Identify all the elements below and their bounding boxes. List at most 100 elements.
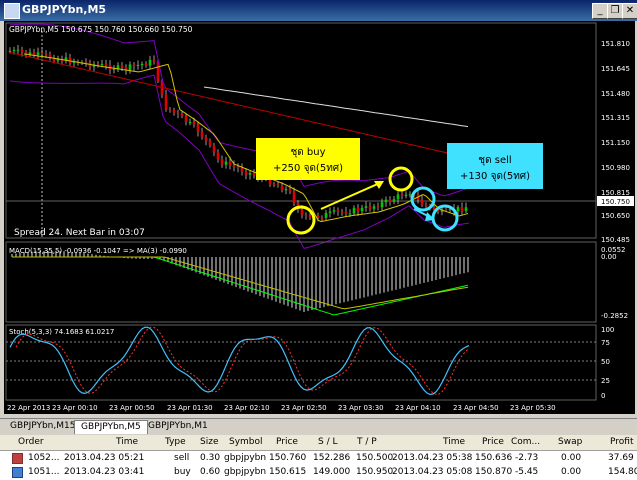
order-tp: 150.500 bbox=[356, 453, 394, 463]
candle-body bbox=[396, 194, 400, 200]
candle-body bbox=[28, 52, 32, 55]
candle-body bbox=[180, 113, 184, 117]
candle-body bbox=[32, 52, 36, 55]
col-swap[interactable]: Swap bbox=[558, 435, 582, 449]
col-open-time[interactable]: Time bbox=[116, 435, 138, 449]
candle-body bbox=[68, 57, 72, 63]
buy-box-line2: +250 จุด(5ทศ) bbox=[273, 163, 343, 174]
candle-body bbox=[172, 109, 176, 113]
candle-body bbox=[244, 171, 248, 175]
tab-gbpjpy-m5[interactable]: GBPJPYbn,M5 bbox=[74, 420, 148, 434]
order-swap: 0.00 bbox=[561, 453, 582, 463]
chart-label: GBPJPYbn,M5 150.675 150.760 150.660 150.… bbox=[9, 25, 193, 34]
col-type[interactable]: Type bbox=[165, 435, 186, 449]
col-profit[interactable]: Profit bbox=[610, 435, 633, 449]
order-tp: 150.950 bbox=[356, 467, 394, 477]
col-open-price[interactable]: Price bbox=[276, 435, 298, 449]
tab-gbpjpy-m1[interactable]: GBPJPYbn,M1 bbox=[142, 420, 214, 433]
orders-table: Order Time Type Size Symbol Price S / L … bbox=[0, 435, 637, 480]
chart-window-icon bbox=[4, 3, 20, 19]
candle-body bbox=[340, 211, 344, 213]
order-close-price: 150.870 bbox=[475, 467, 513, 477]
order-size: 0.60 bbox=[200, 467, 221, 477]
candle-body bbox=[368, 206, 372, 209]
macd-tick: 0.00 bbox=[601, 253, 617, 261]
candle-body bbox=[228, 161, 232, 166]
stoch-tick: 50 bbox=[601, 358, 610, 366]
time-tick: 23 Apr 02:50 bbox=[281, 404, 327, 412]
order-close-price: 150.636 bbox=[475, 453, 513, 463]
ma-long-line bbox=[203, 86, 469, 128]
order-profit: 37.69 bbox=[608, 453, 634, 463]
candle-body bbox=[104, 64, 108, 66]
col-close-time[interactable]: Time bbox=[443, 435, 465, 449]
current-price-label: 150.750 bbox=[601, 198, 630, 206]
candle-body bbox=[392, 199, 396, 202]
price-tick: 150.650 bbox=[601, 212, 630, 220]
candle-body bbox=[184, 116, 188, 122]
chart-area[interactable]: GBPJPYbn,M5 150.675 150.760 150.660 150.… bbox=[4, 21, 635, 414]
candle-body bbox=[320, 217, 324, 219]
col-close-price[interactable]: Price bbox=[482, 435, 504, 449]
candle-body bbox=[196, 124, 200, 132]
time-tick: 23 Apr 00:10 bbox=[52, 404, 98, 412]
stoch-tick: 25 bbox=[601, 377, 610, 385]
order-type: sell bbox=[174, 453, 190, 463]
candle-body bbox=[280, 185, 284, 191]
candle-body bbox=[364, 206, 368, 208]
candle-body bbox=[140, 64, 144, 66]
candle-body bbox=[388, 199, 392, 202]
tab-gbpjpy-m15[interactable]: GBPJPYbn,M15 bbox=[4, 420, 81, 433]
candle-body bbox=[372, 206, 376, 209]
stoch-tick: 75 bbox=[601, 339, 610, 347]
candle-body bbox=[356, 207, 360, 212]
candle-body bbox=[344, 211, 348, 214]
bollinger-lower bbox=[9, 74, 470, 249]
col-tp[interactable]: T / P bbox=[357, 435, 377, 449]
candle-body bbox=[328, 211, 332, 213]
col-symbol[interactable]: Symbol bbox=[229, 435, 263, 449]
candle-body bbox=[144, 64, 148, 66]
candle-body bbox=[216, 152, 220, 160]
order-id: 1052... bbox=[28, 453, 60, 463]
order-row[interactable]: 1052... 2013.04.23 05:21 sell 0.30 gbpjp… bbox=[0, 451, 637, 465]
stoch-tick: 100 bbox=[601, 326, 614, 334]
price-tick: 151.810 bbox=[601, 40, 630, 48]
candle-body bbox=[36, 52, 40, 55]
candle-body bbox=[300, 209, 304, 215]
close-button[interactable]: ✕ bbox=[622, 3, 637, 19]
stoch-panel-frame bbox=[5, 324, 597, 401]
price-tick: 151.645 bbox=[601, 65, 630, 73]
stoch-tick: 0 bbox=[601, 392, 605, 400]
order-open-time: 2013.04.23 05:21 bbox=[64, 453, 145, 463]
candle-body bbox=[40, 52, 44, 54]
order-symbol: gbpjpybn bbox=[224, 467, 267, 477]
order-id: 1051... bbox=[28, 467, 60, 477]
candle-body bbox=[408, 194, 412, 196]
candle-body bbox=[400, 194, 404, 197]
buy-arrow-line bbox=[320, 181, 383, 210]
candle-body bbox=[284, 188, 288, 191]
candle-body bbox=[252, 173, 256, 176]
candle-body bbox=[276, 184, 280, 186]
candle-body bbox=[164, 94, 168, 110]
minimize-button[interactable]: _ bbox=[592, 3, 608, 19]
col-order[interactable]: Order bbox=[18, 435, 44, 449]
order-open-price: 150.760 bbox=[269, 453, 307, 463]
col-sl[interactable]: S / L bbox=[318, 435, 337, 449]
candle-body bbox=[460, 207, 464, 211]
order-row[interactable]: 1051... 2013.04.23 03:41 buy 0.60 gbpjpy… bbox=[0, 465, 637, 479]
order-sl: 149.000 bbox=[313, 467, 351, 477]
title-bar: GBPJPYbn,M5 _ ❐ ✕ bbox=[0, 0, 637, 21]
candle-body bbox=[128, 64, 132, 70]
candle-body bbox=[384, 199, 388, 203]
candle-body bbox=[464, 207, 468, 211]
candle-body bbox=[152, 59, 156, 62]
col-commission[interactable]: Com... bbox=[511, 435, 540, 449]
order-open-time: 2013.04.23 03:41 bbox=[64, 467, 145, 477]
col-size[interactable]: Size bbox=[200, 435, 218, 449]
price-tick: 150.485 bbox=[601, 236, 630, 244]
restore-button[interactable]: ❐ bbox=[607, 3, 623, 19]
order-open-price: 150.615 bbox=[269, 467, 307, 477]
window-title: GBPJPYbn,M5 bbox=[22, 3, 107, 16]
